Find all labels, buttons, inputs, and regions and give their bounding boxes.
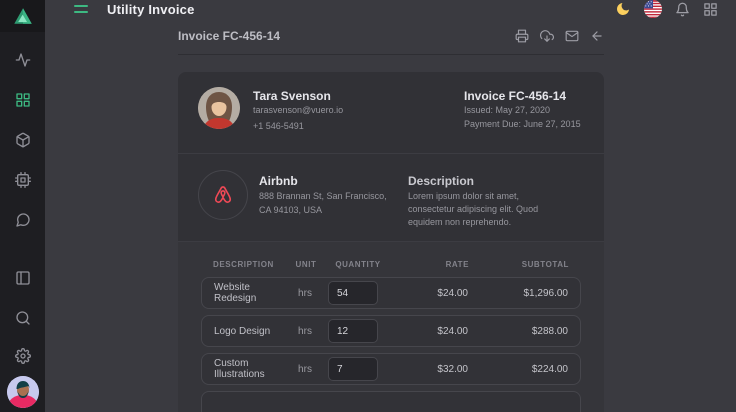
invoice-due-date: Payment Due: June 27, 2015 (464, 117, 584, 131)
item-subtotal: $1,296.00 (476, 288, 568, 299)
sidebar-item-elements[interactable] (7, 160, 39, 200)
client-avatar-image (198, 87, 240, 129)
company-section: Airbnb 888 Brannan St, San Francisco, CA… (178, 154, 604, 242)
download-button[interactable] (540, 29, 554, 43)
cloud-download-icon (540, 29, 554, 43)
description-text: Lorem ipsum dolor sit amet, consectetur … (408, 190, 560, 229)
gear-icon (15, 348, 31, 364)
send-mail-button[interactable] (565, 29, 579, 43)
quantity-input[interactable] (328, 319, 378, 343)
company-block: Airbnb 888 Brannan St, San Francisco, CA… (198, 168, 408, 220)
invoice-number-title: Invoice FC-456-14 (178, 29, 280, 43)
company-address-line2: CA 94103, USA (259, 203, 387, 217)
printer-icon (515, 29, 529, 43)
col-header-quantity: QUANTITY (329, 260, 387, 269)
menu-toggle-button[interactable] (72, 3, 90, 15)
invoice-meta-number: Invoice FC-456-14 (464, 89, 584, 103)
sidebar-item-messages[interactable] (7, 200, 39, 240)
main-area: Utility Invoice (45, 0, 736, 412)
company-info: Airbnb 888 Brannan St, San Francisco, CA… (259, 174, 387, 217)
subheader: Invoice FC-456-14 (45, 18, 736, 55)
client-email: tarasvenson@vuero.io (253, 103, 343, 117)
company-name: Airbnb (259, 174, 387, 188)
sidebar-nav-bottom (7, 258, 39, 408)
activity-icon (15, 52, 31, 68)
invoice-issued-date: Issued: May 27, 2020 (464, 103, 584, 117)
language-selector[interactable] (644, 0, 662, 18)
sidebar-item-activity[interactable] (7, 40, 39, 80)
cpu-icon (15, 172, 31, 188)
topbar: Utility Invoice (45, 0, 736, 18)
col-header-description: DESCRIPTION (213, 260, 283, 269)
user-avatar-image (7, 376, 39, 408)
item-description: Website Redesign (214, 282, 282, 304)
item-subtotal: $224.00 (476, 364, 568, 375)
invoice-actions (515, 29, 604, 43)
us-flag-icon (644, 0, 662, 18)
client-avatar (198, 87, 240, 129)
grid-icon (15, 92, 31, 108)
sidebar-item-components[interactable] (7, 120, 39, 160)
box-icon (15, 132, 31, 148)
moon-icon (615, 1, 631, 17)
item-unit: hrs (290, 288, 320, 299)
table-row: Custom Illustrations hrs $32.00 $224.00 (201, 353, 581, 385)
user-avatar[interactable] (7, 376, 39, 408)
notifications-button[interactable] (675, 2, 690, 17)
invoice-card: Tara Svenson tarasvenson@vuero.io +1 546… (178, 72, 604, 412)
table-row: Website Redesign hrs $24.00 $1,296.00 (201, 277, 581, 309)
table-row-partial (201, 391, 581, 412)
topbar-actions (615, 0, 718, 18)
client-info: Tara Svenson tarasvenson@vuero.io +1 546… (253, 87, 343, 137)
client-name: Tara Svenson (253, 89, 343, 103)
vuero-logo-icon (12, 5, 34, 27)
sidebar-item-panels[interactable] (7, 258, 39, 298)
sidebar-item-dashboards[interactable] (7, 80, 39, 120)
bell-icon (675, 2, 690, 17)
col-header-subtotal: SUBTOTAL (477, 260, 569, 269)
item-unit: hrs (290, 326, 320, 337)
search-icon (15, 310, 31, 326)
item-description: Custom Illustrations (214, 358, 282, 380)
item-rate: $24.00 (394, 288, 468, 299)
message-circle-icon (15, 212, 31, 228)
apps-menu-button[interactable] (703, 2, 718, 17)
table-header-row: DESCRIPTION UNIT QUANTITY RATE SUBTOTAL (201, 255, 581, 273)
arrow-left-icon (590, 29, 604, 43)
mail-icon (565, 29, 579, 43)
item-unit: hrs (290, 364, 320, 375)
client-phone: +1 546-5491 (253, 119, 343, 133)
sidebar-item-settings[interactable] (7, 338, 39, 374)
invoice-meta: Invoice FC-456-14 Issued: May 27, 2020 P… (464, 87, 584, 137)
line-items-section: DESCRIPTION UNIT QUANTITY RATE SUBTOTAL … (178, 242, 604, 412)
page-title: Utility Invoice (107, 2, 195, 17)
sidebar-item-search[interactable] (7, 298, 39, 338)
icon-sidebar (0, 0, 45, 412)
item-subtotal: $288.00 (476, 326, 568, 337)
item-description: Logo Design (214, 326, 282, 337)
quantity-input[interactable] (328, 357, 378, 381)
item-rate: $32.00 (394, 364, 468, 375)
back-button[interactable] (590, 29, 604, 43)
sidebar-nav-top (7, 40, 39, 240)
item-rate: $24.00 (394, 326, 468, 337)
col-header-unit: UNIT (291, 260, 321, 269)
print-button[interactable] (515, 29, 529, 43)
invoice-parties-section: Tara Svenson tarasvenson@vuero.io +1 546… (178, 72, 604, 154)
airbnb-logo-icon (210, 182, 236, 208)
sidebar-panel-icon (15, 270, 31, 286)
col-header-rate: RATE (395, 260, 469, 269)
app-root: Utility Invoice (0, 0, 736, 412)
quantity-input[interactable] (328, 281, 378, 305)
apps-grid-icon (703, 2, 718, 17)
description-heading: Description (408, 174, 560, 188)
dark-mode-toggle[interactable] (615, 1, 631, 17)
description-block: Description Lorem ipsum dolor sit amet, … (408, 168, 584, 229)
company-address-line1: 888 Brannan St, San Francisco, (259, 189, 387, 203)
company-logo-circle (198, 170, 248, 220)
app-logo[interactable] (0, 0, 45, 32)
table-row: Logo Design hrs $24.00 $288.00 (201, 315, 581, 347)
